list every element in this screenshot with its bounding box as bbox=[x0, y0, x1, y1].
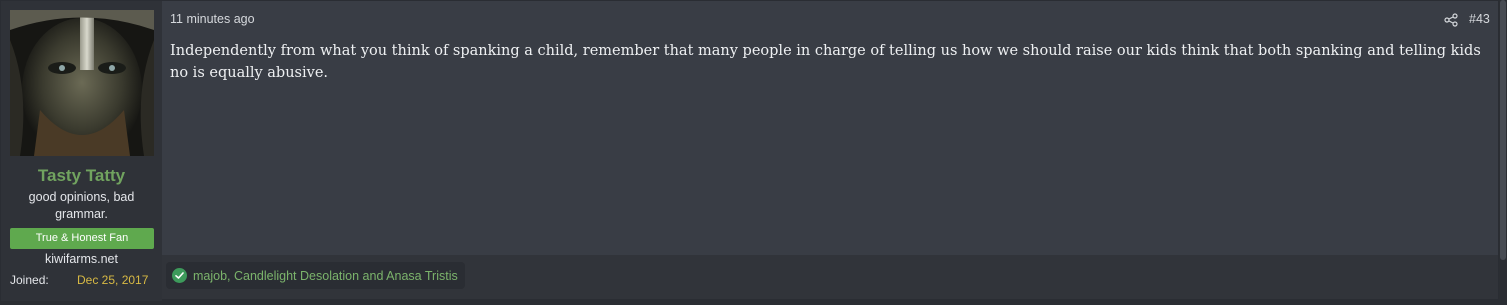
username[interactable]: Tasty Tatty bbox=[1, 166, 162, 186]
user-banner: True & Honest Fan bbox=[10, 228, 154, 249]
avatar[interactable] bbox=[10, 10, 154, 156]
post-number[interactable]: #43 bbox=[1469, 12, 1490, 26]
joined-label: Joined: bbox=[10, 273, 49, 287]
post-footer: majob, Candlelight Desolation and Anasa … bbox=[162, 255, 1498, 299]
post-timestamp[interactable]: 11 minutes ago bbox=[170, 12, 255, 26]
post: Tasty Tatty good opinions, bad grammar. … bbox=[0, 0, 1499, 301]
scrollbar[interactable] bbox=[1499, 0, 1507, 305]
user-title: good opinions, bad grammar. bbox=[28, 190, 135, 221]
reactions-bar[interactable]: majob, Candlelight Desolation and Anasa … bbox=[166, 262, 465, 289]
user-site: kiwifarms.net bbox=[45, 252, 118, 266]
avatar-image bbox=[10, 10, 154, 156]
joined-date: Dec 25, 2017 bbox=[77, 273, 149, 287]
share-icon[interactable] bbox=[1444, 13, 1458, 27]
scrollbar-thumb[interactable] bbox=[1500, 0, 1506, 260]
post-body: Independently from what you think of spa… bbox=[170, 43, 1481, 81]
reaction-names[interactable]: majob, Candlelight Desolation and Anasa … bbox=[193, 269, 458, 283]
check-icon bbox=[172, 268, 187, 283]
user-cell: Tasty Tatty good opinions, bad grammar. … bbox=[1, 1, 162, 301]
message-cell: 11 minutes ago #43 Independently from wh… bbox=[162, 1, 1498, 255]
